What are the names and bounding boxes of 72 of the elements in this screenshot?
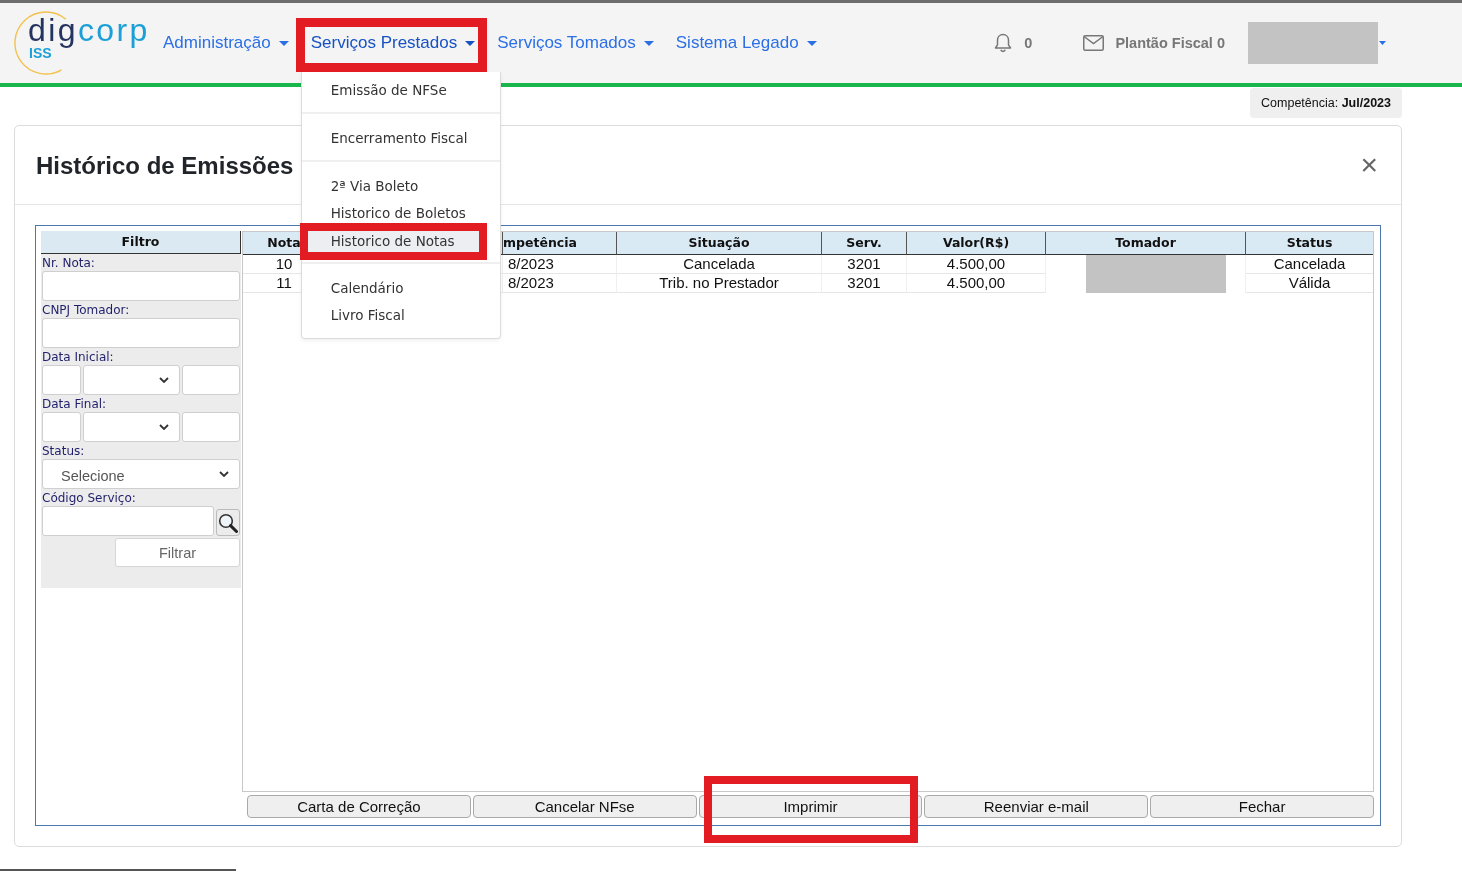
action-button[interactable]: Carta de Correção bbox=[247, 795, 471, 818]
table-cell-text: 8/2023 bbox=[507, 274, 555, 292]
nav-menu[interactable]: Sistema Legado bbox=[675, 32, 817, 54]
action-button[interactable]: Cancelar NFse bbox=[472, 795, 697, 818]
period-badge: Competência: Jul/2023 bbox=[1250, 88, 1402, 118]
menu-item[interactable]: Historico de Notas bbox=[307, 231, 479, 252]
table-cell-text: 4.500,00 bbox=[945, 274, 1007, 292]
table-cell-text: 4.500,00 bbox=[945, 255, 1007, 273]
month-select[interactable] bbox=[83, 365, 180, 395]
column-header: mpetência bbox=[503, 234, 578, 252]
field-label: Data Final: bbox=[42, 396, 108, 412]
action-button[interactable]: Imprimir bbox=[698, 795, 923, 818]
table-cell-text: 3201 bbox=[846, 255, 882, 273]
text-field[interactable] bbox=[42, 271, 240, 301]
menu-item[interactable]: Encerramento Fiscal bbox=[301, 125, 500, 152]
table-cell-text: Cancelada bbox=[1272, 255, 1347, 273]
menu-item[interactable]: Livro Fiscal bbox=[301, 302, 500, 329]
column-header: Tomador bbox=[1114, 234, 1177, 252]
action-button[interactable]: Fechar bbox=[1150, 795, 1374, 818]
table-cell-text: Trib. no Prestador bbox=[658, 274, 780, 292]
select-field[interactable]: Selecione bbox=[42, 459, 240, 489]
column-header: Status bbox=[1285, 234, 1334, 252]
menu-item[interactable]: Historico de Boletos bbox=[301, 200, 500, 227]
envelope-icon bbox=[1083, 35, 1105, 51]
chevron-down-icon bbox=[159, 377, 169, 383]
notifications-button[interactable]: 0 bbox=[994, 33, 1033, 53]
field-label: CNPJ Tomador: bbox=[42, 302, 131, 318]
year-field[interactable] bbox=[182, 365, 240, 395]
field-label: Nr. Nota: bbox=[42, 255, 96, 271]
column-header: Valor(R$) bbox=[941, 234, 1011, 252]
caret-icon[interactable] bbox=[1379, 41, 1386, 45]
text-field[interactable] bbox=[42, 506, 214, 536]
dialog-title: Histórico de Emissões bbox=[36, 150, 294, 180]
table-cell-text: Válida bbox=[1287, 274, 1332, 292]
caret-icon bbox=[806, 40, 817, 46]
caret-icon bbox=[465, 40, 476, 46]
day-field[interactable] bbox=[42, 412, 81, 442]
filter-button[interactable]: Filtrar bbox=[115, 538, 240, 567]
caret-icon bbox=[643, 40, 654, 46]
caret-icon bbox=[278, 40, 289, 46]
table-cell-text: 3201 bbox=[846, 274, 882, 292]
table-cell-text: 8/2023 bbox=[507, 255, 555, 273]
search-icon bbox=[218, 512, 238, 533]
table-cell-text: 11 bbox=[275, 274, 293, 292]
table-cell-text: 10 bbox=[274, 255, 294, 273]
logo-subtitle: ISS bbox=[29, 46, 52, 61]
field-label: Data Inicial: bbox=[42, 349, 115, 365]
logo-wordmark: digcorp bbox=[28, 14, 150, 46]
month-select[interactable] bbox=[83, 412, 180, 442]
year-field[interactable] bbox=[182, 412, 240, 442]
menu-item[interactable]: Calendário bbox=[301, 275, 500, 302]
search-button[interactable] bbox=[216, 509, 240, 536]
text-field[interactable] bbox=[42, 318, 240, 348]
close-button[interactable]: × bbox=[1360, 154, 1378, 176]
day-field[interactable] bbox=[42, 365, 81, 395]
messages-button[interactable]: Plantão Fiscal 0 bbox=[1083, 35, 1225, 51]
bell-icon bbox=[994, 33, 1013, 53]
nav-menu[interactable]: Serviços Prestados bbox=[310, 32, 476, 54]
table-cell-text: Cancelada bbox=[682, 255, 756, 273]
panel-heading: Filtro bbox=[41, 231, 241, 254]
nav-menu[interactable]: Administração bbox=[163, 32, 289, 54]
field-label: Código Serviço: bbox=[42, 490, 137, 506]
field-label: Status: bbox=[42, 443, 86, 459]
chevron-down-icon bbox=[159, 424, 169, 430]
action-button[interactable]: Reenviar e-mail bbox=[924, 795, 1149, 818]
column-header: Serv. bbox=[845, 234, 883, 252]
nav-menu[interactable]: Serviços Tomados bbox=[497, 32, 654, 54]
menu-item[interactable]: Emissão de NFSe bbox=[301, 77, 500, 104]
menu-item[interactable]: 2ª Via Boleto bbox=[301, 173, 500, 200]
column-header: Nota bbox=[266, 234, 302, 252]
chevron-down-icon bbox=[219, 471, 229, 477]
column-header: Situação bbox=[687, 234, 751, 252]
